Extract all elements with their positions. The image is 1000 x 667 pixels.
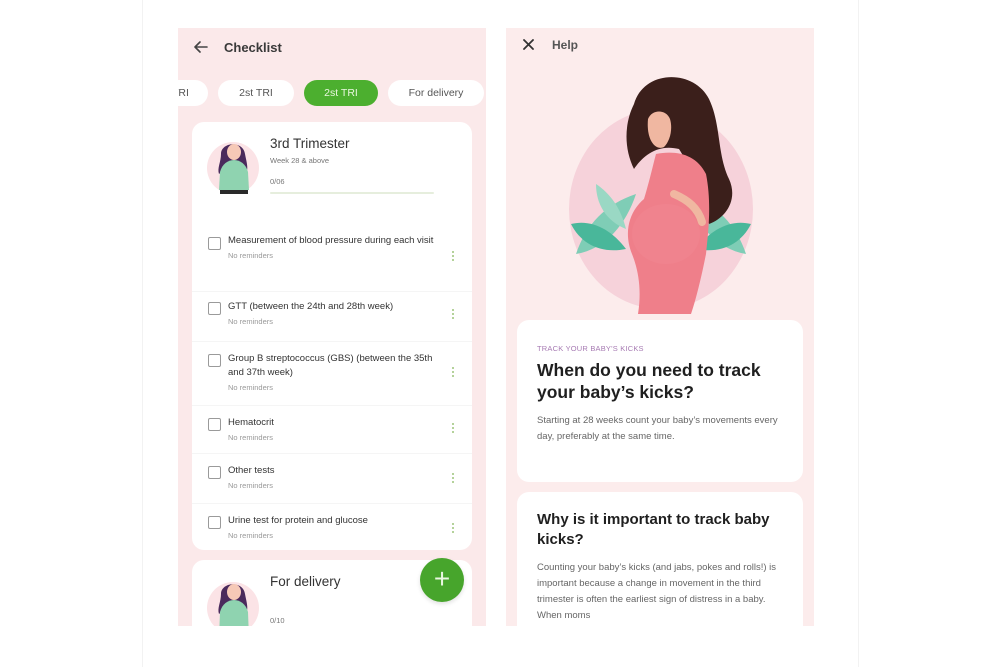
task-reminder: No reminders [228, 317, 274, 326]
help-section-card: TRACK YOUR BABY'S KICKS When do you need… [517, 320, 803, 482]
task-reminder: No reminders [228, 433, 274, 442]
task-title: Urine test for protein and glucose [228, 515, 368, 526]
section-heading: When do you need to track your baby’s ki… [537, 360, 761, 402]
help-title: Help [552, 38, 579, 52]
task-checkbox[interactable] [208, 466, 221, 479]
tab-for-delivery[interactable]: For delivery [388, 80, 484, 106]
task-checkbox[interactable] [208, 302, 221, 315]
back-arrow-icon[interactable] [192, 38, 210, 56]
section-kicker: TRACK YOUR BABY'S KICKS [537, 344, 644, 353]
help-app-bar: Help [506, 28, 814, 62]
more-options-icon[interactable] [448, 306, 458, 322]
pregnant-woman-avatar [207, 582, 259, 626]
task-item[interactable]: GTT (between the 24th and 28th week) No … [192, 292, 472, 342]
section-body: Counting your baby’s kicks (and jabs, po… [537, 562, 777, 621]
task-checkbox[interactable] [208, 354, 221, 367]
task-title: Group B streptococcus (GBS) (between the… [228, 353, 433, 378]
task-reminder: No reminders [228, 251, 274, 260]
task-reminder: No reminders [228, 383, 274, 392]
trimester-card-header: 3rd Trimester Week 28 & above 0/06 [192, 122, 472, 222]
help-screen: Help TRACK YOUR BABY'S KICKS When do you… [506, 28, 814, 626]
section-body: Starting at 28 weeks count your baby’s m… [537, 415, 778, 442]
task-checkbox[interactable] [208, 516, 221, 529]
checklist-screen: Checklist TRI 2st TRI 2st TRI For delive… [178, 28, 486, 626]
app-bar: Checklist [178, 28, 486, 66]
close-icon[interactable] [520, 37, 536, 54]
trimester-tabs: TRI 2st TRI 2st TRI For delivery [178, 80, 486, 106]
delivery-title: For delivery [270, 574, 341, 589]
tab-1st-tri[interactable]: TRI [178, 80, 208, 106]
more-options-icon[interactable] [448, 420, 458, 436]
trimester-progress-bar [270, 192, 434, 194]
trimester-week-range: Week 28 & above [270, 156, 330, 165]
task-title: Hematocrit [228, 417, 274, 428]
task-title: Other tests [228, 465, 275, 476]
task-list: Measurement of blood pressure during eac… [192, 234, 472, 552]
help-section-card: Why is it important to track baby kicks?… [517, 492, 803, 626]
task-checkbox[interactable] [208, 418, 221, 431]
task-reminder: No reminders [228, 481, 274, 490]
task-item[interactable]: Measurement of blood pressure during eac… [192, 234, 472, 292]
task-checkbox[interactable] [208, 237, 221, 250]
task-item[interactable]: Other tests No reminders [192, 454, 472, 504]
pregnant-woman-illustration [569, 77, 753, 314]
trimester-title: 3rd Trimester [270, 136, 350, 151]
task-item[interactable]: Hematocrit No reminders [192, 406, 472, 454]
task-reminder: No reminders [228, 531, 274, 540]
task-item[interactable]: Urine test for protein and glucose No re… [192, 504, 472, 552]
trimester-count: 0/06 [270, 177, 285, 186]
trimester-card: 3rd Trimester Week 28 & above 0/06 Measu… [192, 122, 472, 550]
task-title: Measurement of blood pressure during eac… [228, 235, 434, 246]
page-title: Checklist [224, 39, 282, 55]
delivery-count: 0/10 [270, 616, 285, 625]
more-options-icon[interactable] [448, 364, 458, 380]
tab-2nd-tri[interactable]: 2st TRI [218, 80, 294, 106]
frame-border-right [858, 0, 859, 667]
more-options-icon[interactable] [448, 248, 458, 264]
task-title: GTT (between the 24th and 28th week) [228, 301, 394, 312]
pregnant-woman-avatar [207, 142, 259, 194]
plus-icon: + [433, 563, 451, 594]
frame-border-left [142, 0, 143, 667]
more-options-icon[interactable] [448, 470, 458, 486]
more-options-icon[interactable] [448, 520, 458, 536]
tab-3rd-tri[interactable]: 2st TRI [304, 80, 378, 106]
add-task-button[interactable]: + [420, 558, 464, 602]
task-item[interactable]: Group B streptococcus (GBS) (between the… [192, 342, 472, 406]
section-heading: Why is it important to track baby kicks? [537, 511, 770, 548]
